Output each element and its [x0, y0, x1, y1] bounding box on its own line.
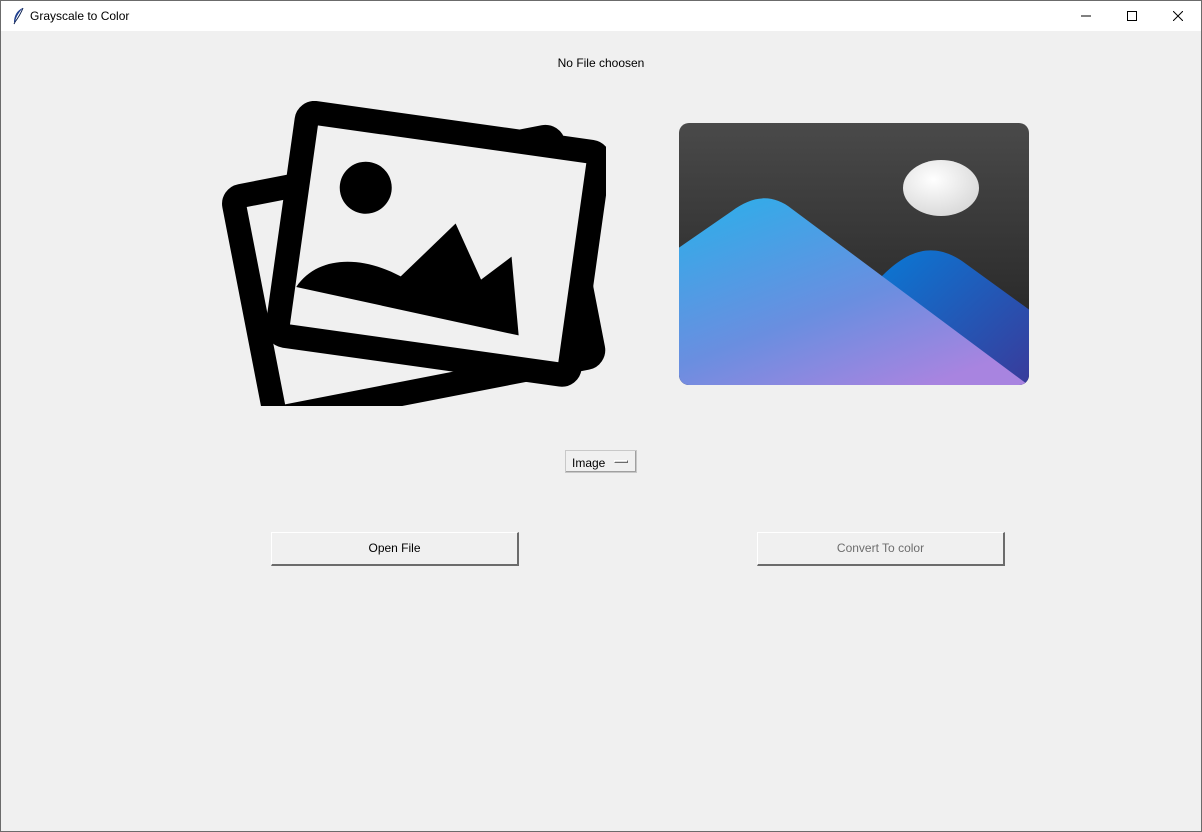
close-icon — [1173, 11, 1183, 21]
open-file-button[interactable]: Open File — [271, 532, 519, 566]
feather-icon — [13, 7, 24, 25]
minimize-button[interactable] — [1063, 1, 1109, 31]
minimize-icon — [1081, 15, 1091, 17]
landscape-photo-icon — [679, 123, 1029, 385]
file-status-label: No File choosen — [557, 56, 645, 70]
photos-placeholder-icon — [222, 101, 606, 406]
front-photo — [265, 101, 606, 387]
app-window: Grayscale to Color No File choosen Image… — [0, 0, 1202, 832]
convert-to-color-button[interactable]: Convert To color — [757, 532, 1005, 566]
dropdown-indicator-icon — [614, 460, 628, 463]
title-bar[interactable]: Grayscale to Color — [1, 1, 1201, 31]
close-button[interactable] — [1155, 1, 1201, 31]
maximize-button[interactable] — [1109, 1, 1155, 31]
mode-select-dropdown[interactable]: Image — [565, 450, 637, 473]
window-title: Grayscale to Color — [30, 9, 130, 23]
mode-select-value: Image — [572, 456, 606, 470]
maximize-icon — [1127, 11, 1137, 21]
